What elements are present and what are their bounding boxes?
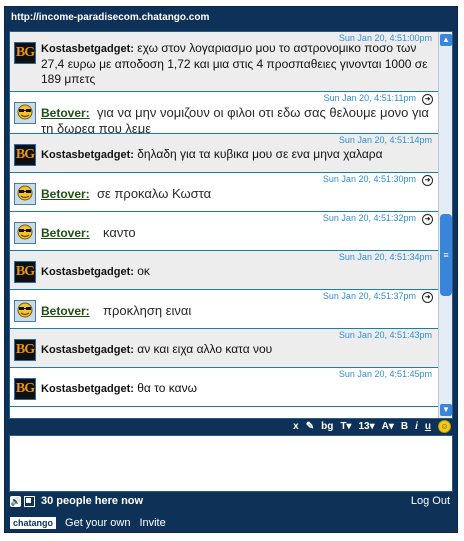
message-timestamp: Sun Jan 20, 4:51:34pm [338, 252, 432, 262]
chatango-logo[interactable]: chatango [10, 517, 57, 529]
get-your-own-link[interactable]: Get your own [65, 517, 130, 529]
message-body: Betover: για να μην νομιζουν οι φιλοι οτ… [41, 105, 431, 137]
sound-icon[interactable]: 🔊 [10, 496, 21, 507]
message-list: Sun Jan 20, 4:51:00pm BG Kostasbetgadget… [10, 32, 438, 418]
username[interactable]: Kostasbetgadget: [41, 149, 134, 161]
background-button[interactable]: bg [321, 421, 333, 432]
message-text: αν και ειχα αλλο κατα νου [137, 342, 273, 356]
message-scrollbar[interactable]: ▲ ≡ ▼ [438, 32, 452, 418]
pen-icon[interactable]: ✎ [306, 421, 314, 432]
font-color-dropdown[interactable]: A▾ [382, 421, 394, 432]
message-body: Kostasbetgadget: θα το κανω [41, 381, 431, 397]
message-text: καντο [103, 225, 136, 240]
message-row: Sun Jan 20, 4:51:34pm BG Kostasbetgadget… [10, 251, 438, 290]
username[interactable]: Kostasbetgadget: [41, 266, 134, 278]
people-count[interactable]: 30 people here now [41, 495, 143, 507]
status-bar: 🔊 30 people here now Log Out [10, 495, 454, 509]
username[interactable]: Betover: [41, 226, 90, 240]
message-text: σε προκαλω Κωστα [97, 186, 212, 201]
message-row: Sun Jan 20, 4:51:11pm ➜ Betover: για να … [10, 92, 438, 137]
message-row: Sun Jan 20, 4:51:32pm ➜ Betover: καντο [10, 212, 438, 251]
message-body: Kostasbetgadget: αν και ειχα αλλο κατα ν… [41, 342, 431, 358]
logout-link[interactable]: Log Out [411, 495, 450, 507]
bg-avatar-icon[interactable]: BG [14, 339, 36, 361]
reply-arrow-icon[interactable]: ➜ [422, 214, 433, 225]
chat-widget: http://income-paradisecom.chatango.com S… [4, 6, 458, 533]
message-row: Sun Jan 20, 4:51:37pm ➜ Betover: προκλησ… [10, 290, 438, 329]
text-style-dropdown[interactable]: T▾ [340, 421, 351, 432]
bg-avatar-icon[interactable]: BG [14, 144, 36, 166]
message-row: Sun Jan 20, 4:51:45pm BG Kostasbetgadget… [10, 368, 438, 407]
italic-button[interactable]: i [415, 421, 418, 432]
message-timestamp: Sun Jan 20, 4:51:11pm [323, 93, 416, 103]
message-row: Sun Jan 20, 4:51:14pm BG Kostasbetgadget… [10, 134, 438, 173]
message-row: Sun Jan 20, 4:51:00pm BG Kostasbetgadget… [10, 32, 438, 92]
username[interactable]: Kostasbetgadget: [41, 383, 134, 395]
reply-arrow-icon[interactable]: ➜ [422, 292, 433, 303]
username[interactable]: Betover: [41, 304, 90, 318]
scroll-up-icon[interactable]: ▲ [440, 34, 452, 46]
message-timestamp: Sun Jan 20, 4:51:45pm [338, 369, 432, 379]
username[interactable]: Kostasbetgadget: [41, 344, 134, 356]
message-input[interactable] [9, 435, 453, 492]
message-text: δηλαδη για τα κυβικα μου σε ενα μηνα χαλ… [137, 147, 383, 161]
message-body: Betover: σε προκαλω Κωστα [41, 186, 431, 202]
username[interactable]: Betover: [41, 187, 90, 201]
bold-button[interactable]: B [401, 421, 408, 432]
bg-avatar-icon[interactable]: BG [14, 42, 36, 64]
message-timestamp: Sun Jan 20, 4:51:37pm [322, 291, 416, 301]
message-body: Kostasbetgadget: εχω στον λογαριασμο μου… [41, 41, 431, 87]
message-panel: Sun Jan 20, 4:51:00pm BG Kostasbetgadget… [9, 31, 453, 419]
betover-avatar-icon[interactable] [14, 183, 36, 205]
reply-arrow-icon[interactable]: ➜ [422, 94, 433, 105]
window-toggle-icon[interactable] [24, 496, 35, 507]
message-row: Sun Jan 20, 4:51:30pm ➜ Betover: σε προκ… [10, 173, 438, 212]
username[interactable]: Kostasbetgadget: [41, 43, 134, 55]
font-size-dropdown[interactable]: 13▾ [358, 421, 374, 432]
clear-button[interactable]: x [293, 421, 299, 432]
message-timestamp: Sun Jan 20, 4:51:32pm [322, 213, 416, 223]
chat-url[interactable]: http://income-paradisecom.chatango.com [5, 7, 457, 29]
message-text: προκληση ειναι [103, 303, 192, 318]
betover-avatar-icon[interactable] [14, 222, 36, 244]
message-body: Kostasbetgadget: δηλαδη για τα κυβικα μο… [41, 147, 431, 163]
message-timestamp: Sun Jan 20, 4:51:43pm [338, 330, 432, 340]
message-timestamp: Sun Jan 20, 4:51:30pm [322, 174, 416, 184]
smiley-icon[interactable]: ☺ [438, 419, 451, 433]
bg-avatar-icon[interactable]: BG [14, 261, 36, 283]
username[interactable]: Betover: [41, 106, 90, 120]
message-row: Sun Jan 20, 4:51:43pm BG Kostasbetgadget… [10, 329, 438, 368]
bg-avatar-icon[interactable]: BG [14, 378, 36, 400]
format-toolbar: x ✎ bg T▾ 13▾ A▾ B i u ☺ [293, 419, 451, 433]
underline-button[interactable]: u [425, 421, 431, 432]
message-body: Betover: προκληση ειναι [41, 303, 431, 319]
message-text: θα το κανω [137, 381, 197, 395]
scroll-down-icon[interactable]: ▼ [440, 404, 452, 416]
footer: chatango Get your own Invite [10, 516, 166, 530]
message-body: Betover: καντο [41, 225, 431, 241]
reply-arrow-icon[interactable]: ➜ [422, 175, 433, 186]
betover-avatar-icon[interactable] [14, 102, 36, 124]
message-timestamp: Sun Jan 20, 4:51:14pm [338, 135, 432, 145]
invite-link[interactable]: Invite [139, 517, 165, 529]
message-text: οκ [137, 264, 150, 278]
scroll-thumb[interactable]: ≡ [440, 214, 452, 296]
message-body: Kostasbetgadget: οκ [41, 264, 431, 280]
message-text: για να μην νομιζουν οι φιλοι οτι εδω σας… [41, 105, 429, 136]
betover-avatar-icon[interactable] [14, 300, 36, 322]
